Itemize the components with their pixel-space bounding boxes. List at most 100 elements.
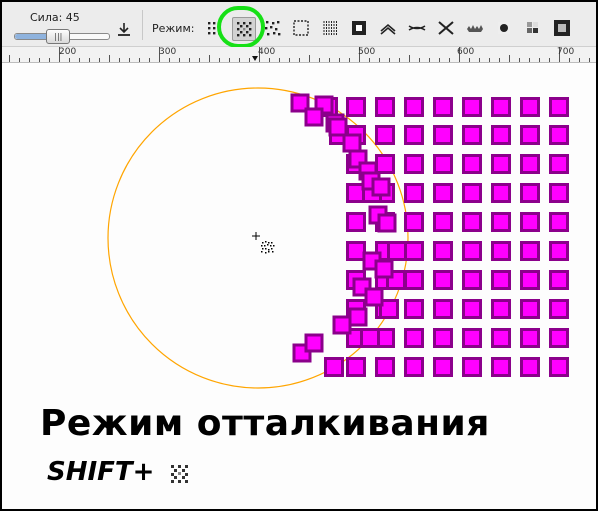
- mode-button-scale-mode[interactable]: [290, 17, 312, 39]
- square-object[interactable]: [404, 357, 424, 377]
- square-object[interactable]: [375, 97, 395, 117]
- mode-button-move-mode[interactable]: [203, 17, 225, 39]
- square-object[interactable]: [462, 125, 482, 145]
- square-object[interactable]: [491, 125, 511, 145]
- square-object[interactable]: [491, 212, 511, 232]
- square-object[interactable]: [549, 241, 569, 261]
- square-object[interactable]: [433, 328, 453, 348]
- square-object[interactable]: [549, 97, 569, 117]
- square-object[interactable]: [520, 328, 540, 348]
- square-object[interactable]: [520, 270, 540, 290]
- square-object[interactable]: [375, 125, 395, 145]
- square-object[interactable]: [549, 357, 569, 377]
- save-preset-button[interactable]: [114, 21, 134, 39]
- strength-slider-thumb[interactable]: |||: [46, 29, 71, 44]
- square-object[interactable]: [433, 357, 453, 377]
- square-object[interactable]: [433, 183, 453, 203]
- square-object[interactable]: [520, 183, 540, 203]
- square-object[interactable]: [520, 97, 540, 117]
- square-object[interactable]: [549, 125, 569, 145]
- square-object[interactable]: [491, 299, 511, 319]
- square-object[interactable]: [462, 97, 482, 117]
- square-object[interactable]: [404, 97, 424, 117]
- square-object[interactable]: [549, 328, 569, 348]
- mode-button-shrink-path[interactable]: [406, 17, 428, 39]
- square-object[interactable]: [404, 270, 424, 290]
- square-object[interactable]: [520, 241, 540, 261]
- square-object[interactable]: [433, 241, 453, 261]
- square-object[interactable]: [346, 97, 366, 117]
- square-object[interactable]: [462, 270, 482, 290]
- square-object[interactable]: [371, 177, 391, 197]
- square-object[interactable]: [462, 328, 482, 348]
- square-object[interactable]: [374, 259, 394, 279]
- mode-button-duplicate-mode[interactable]: [348, 17, 370, 39]
- square-object[interactable]: [404, 125, 424, 145]
- mode-button-jitter-color[interactable]: [522, 17, 544, 39]
- mode-button-push-path[interactable]: [377, 17, 399, 39]
- square-object[interactable]: [433, 125, 453, 145]
- square-object[interactable]: [377, 213, 397, 233]
- square-object[interactable]: [375, 154, 395, 174]
- square-object[interactable]: [364, 287, 384, 307]
- square-object[interactable]: [346, 357, 366, 377]
- square-object[interactable]: [462, 212, 482, 232]
- square-object[interactable]: [387, 241, 407, 261]
- square-object[interactable]: [404, 241, 424, 261]
- square-object[interactable]: [549, 183, 569, 203]
- square-object[interactable]: [433, 299, 453, 319]
- horizontal-ruler[interactable]: 200 300 400 500 600 700: [2, 47, 596, 63]
- mode-button-attract-path[interactable]: [435, 17, 457, 39]
- mode-button-random-move[interactable]: [261, 17, 283, 39]
- square-object[interactable]: [360, 328, 380, 348]
- square-object[interactable]: [491, 183, 511, 203]
- square-object[interactable]: [324, 357, 344, 377]
- square-object[interactable]: [462, 183, 482, 203]
- square-object[interactable]: [520, 212, 540, 232]
- square-object[interactable]: [404, 183, 424, 203]
- mode-button-paint[interactable]: [493, 17, 515, 39]
- ruler-label: 700: [557, 47, 575, 57]
- mode-button-roughen[interactable]: [464, 17, 486, 39]
- square-object[interactable]: [328, 117, 348, 137]
- strength-slider[interactable]: |||: [14, 29, 110, 44]
- square-object[interactable]: [491, 270, 511, 290]
- square-object[interactable]: [520, 357, 540, 377]
- square-object[interactable]: [549, 299, 569, 319]
- square-object[interactable]: [433, 212, 453, 232]
- square-object[interactable]: [520, 125, 540, 145]
- mode-button-repel-mode[interactable]: [232, 17, 256, 41]
- square-object[interactable]: [404, 328, 424, 348]
- square-object[interactable]: [332, 315, 352, 335]
- square-object[interactable]: [491, 97, 511, 117]
- square-object[interactable]: [375, 357, 395, 377]
- square-object[interactable]: [304, 333, 324, 353]
- strength-label: Сила: 45: [30, 11, 80, 24]
- square-object[interactable]: [342, 133, 362, 153]
- square-object[interactable]: [520, 154, 540, 174]
- mode-button-blur[interactable]: [551, 17, 573, 39]
- square-object[interactable]: [433, 97, 453, 117]
- mode-button-rotate-mode[interactable]: [319, 17, 341, 39]
- square-object[interactable]: [346, 212, 366, 232]
- square-object[interactable]: [433, 154, 453, 174]
- square-object[interactable]: [491, 154, 511, 174]
- square-object[interactable]: [549, 270, 569, 290]
- square-object[interactable]: [404, 154, 424, 174]
- square-object[interactable]: [462, 154, 482, 174]
- square-object[interactable]: [433, 270, 453, 290]
- square-object[interactable]: [491, 328, 511, 348]
- square-object[interactable]: [491, 357, 511, 377]
- square-object[interactable]: [520, 299, 540, 319]
- square-object[interactable]: [462, 357, 482, 377]
- square-object[interactable]: [348, 307, 368, 327]
- square-object[interactable]: [549, 154, 569, 174]
- square-object[interactable]: [346, 241, 366, 261]
- square-object[interactable]: [491, 241, 511, 261]
- square-object[interactable]: [404, 299, 424, 319]
- square-object[interactable]: [304, 107, 324, 127]
- square-object[interactable]: [549, 212, 569, 232]
- square-object[interactable]: [462, 241, 482, 261]
- square-object[interactable]: [404, 212, 424, 232]
- square-object[interactable]: [462, 299, 482, 319]
